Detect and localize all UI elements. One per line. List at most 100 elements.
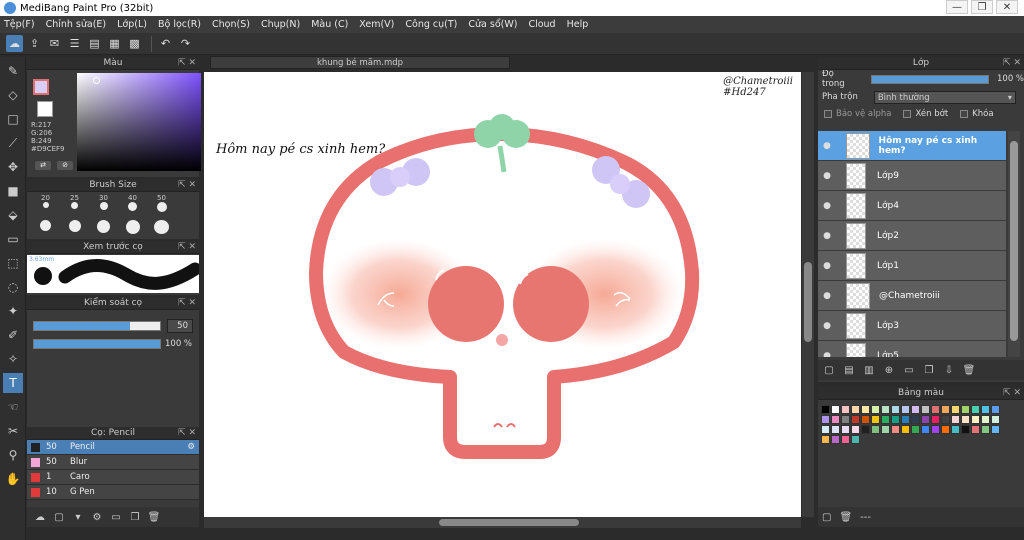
palette-color-cell[interactable] xyxy=(931,405,940,414)
palette-color-cell[interactable] xyxy=(851,405,860,414)
eyedropper-tool-icon[interactable]: ⚲ xyxy=(3,445,23,465)
palette-color-cell[interactable] xyxy=(821,405,830,414)
brush-size-cell[interactable] xyxy=(31,214,60,234)
layer-row[interactable]: ● Lớp5 xyxy=(818,341,1006,357)
select-eraser-tool-icon[interactable]: ✧ xyxy=(3,349,23,369)
visibility-icon[interactable]: ● xyxy=(818,171,836,181)
palette-color-cell[interactable] xyxy=(941,415,950,424)
lasso-tool-icon[interactable]: ◌ xyxy=(3,277,23,297)
palette-color-cell[interactable] xyxy=(901,425,910,434)
visibility-icon[interactable]: ● xyxy=(818,231,836,241)
layer-row[interactable]: ● Lớp4 xyxy=(818,191,1006,221)
brush-size-cell[interactable] xyxy=(89,214,118,234)
duplicate-brush-icon[interactable]: ❐ xyxy=(128,510,142,524)
close-button[interactable]: ✕ xyxy=(996,0,1018,14)
menu-color[interactable]: Màu (C) xyxy=(311,19,348,30)
palette-color-cell[interactable] xyxy=(931,425,940,434)
palette-color-cell[interactable] xyxy=(841,415,850,424)
palette-color-cell[interactable] xyxy=(961,405,970,414)
layer-folder-icon[interactable]: ▭ xyxy=(902,363,916,377)
visibility-icon[interactable]: ● xyxy=(818,321,836,331)
select-tool-icon[interactable]: ⬚ xyxy=(3,253,23,273)
palette-color-cell[interactable] xyxy=(971,405,980,414)
palette-color-cell[interactable] xyxy=(921,415,930,424)
panel-controls-icon[interactable]: ⇱ ✕ xyxy=(178,57,196,70)
panel-controls-icon[interactable]: ⇱ ✕ xyxy=(178,297,196,310)
brush-size-cell[interactable] xyxy=(147,214,176,234)
palette-color-cell[interactable] xyxy=(821,415,830,424)
menu-filter[interactable]: Bộ lọc(R) xyxy=(158,19,201,30)
panel-controls-icon[interactable]: ⇱ ✕ xyxy=(178,179,196,192)
menu-tools[interactable]: Công cụ(T) xyxy=(405,19,457,30)
menu-window[interactable]: Cửa sổ(W) xyxy=(468,19,517,30)
palette-color-cell[interactable] xyxy=(841,405,850,414)
layer-row[interactable]: ● Lớp1 xyxy=(818,251,1006,281)
clipping-option[interactable]: Xén bớt xyxy=(903,109,948,119)
palette-color-cell[interactable] xyxy=(981,405,990,414)
menu-edit[interactable]: Chỉnh sửa(E) xyxy=(46,19,107,30)
panel-controls-icon[interactable]: ⇱ ✕ xyxy=(178,241,196,254)
palette-color-cell[interactable] xyxy=(881,425,890,434)
palette-color-cell[interactable] xyxy=(951,415,960,424)
palette-color-cell[interactable] xyxy=(871,425,880,434)
panel-controls-icon[interactable]: ⇱ ✕ xyxy=(1003,387,1021,400)
share-icon[interactable]: ⇪ xyxy=(26,35,43,52)
palette-color-cell[interactable] xyxy=(861,405,870,414)
brush-size-value[interactable]: 50 xyxy=(167,319,193,333)
document-tab[interactable]: khung bé mãm.mdp xyxy=(210,56,510,69)
palette-color-cell[interactable] xyxy=(951,405,960,414)
palette-color-cell[interactable] xyxy=(911,425,920,434)
brush-size-cell[interactable]: 25 xyxy=(60,194,89,214)
drawing-canvas[interactable]: @Chametroiii #Hd247 Hôm nay pé cs xinh h… xyxy=(204,72,801,517)
brush-list-item[interactable]: 50 Pencil ⚙ xyxy=(27,440,199,455)
menu-help[interactable]: Help xyxy=(567,19,589,30)
palette-color-cell[interactable] xyxy=(841,425,850,434)
palette-color-cell[interactable] xyxy=(941,405,950,414)
palette-color-cell[interactable] xyxy=(861,425,870,434)
undo-icon[interactable]: ↶ xyxy=(157,35,174,52)
merge-layer-icon[interactable]: ⇩ xyxy=(942,363,956,377)
menu-cloud[interactable]: Cloud xyxy=(528,19,555,30)
new-1bit-layer-icon[interactable]: ▥ xyxy=(862,363,876,377)
rect-tool-icon[interactable]: □ xyxy=(3,109,23,129)
brush-tool-icon[interactable]: ✎ xyxy=(3,61,23,81)
blend-mode-select[interactable]: Bình thường xyxy=(873,90,1016,104)
hand-tool-icon[interactable]: ✋ xyxy=(3,469,23,489)
panel-controls-icon[interactable]: ⇱ ✕ xyxy=(178,427,196,440)
layer-row[interactable]: ● Lớp3 xyxy=(818,311,1006,341)
background-color-swatch[interactable] xyxy=(37,101,53,117)
vertical-scroll-thumb[interactable] xyxy=(804,262,812,342)
layer-list-scrollbar[interactable] xyxy=(1008,131,1020,357)
palette-color-cell[interactable] xyxy=(951,425,960,434)
visibility-icon[interactable]: ● xyxy=(818,261,836,271)
foreground-color-swatch[interactable] xyxy=(33,79,49,95)
palette-color-cell[interactable] xyxy=(831,405,840,414)
bucket-tool-icon[interactable]: ⬙ xyxy=(3,205,23,225)
new-brush-icon[interactable]: ▢ xyxy=(52,510,66,524)
palette-color-cell[interactable] xyxy=(901,415,910,424)
tile-icon[interactable]: ▦ xyxy=(106,35,123,52)
cloud-brush-icon[interactable]: ☁ xyxy=(33,510,47,524)
palette-color-cell[interactable] xyxy=(861,415,870,424)
palette-color-cell[interactable] xyxy=(881,415,890,424)
select-pen-tool-icon[interactable]: ✐ xyxy=(3,325,23,345)
horizontal-scroll-thumb[interactable] xyxy=(439,519,579,526)
layer-row[interactable]: ● Hôm nay pé cs xinh hem? xyxy=(818,131,1006,161)
fill-rect-tool-icon[interactable]: ■ xyxy=(3,181,23,201)
menu-layer[interactable]: Lớp(L) xyxy=(117,19,147,30)
palette-color-cell[interactable] xyxy=(981,425,990,434)
swap-color-icon[interactable]: ⇄ xyxy=(35,161,51,170)
brush-list-item[interactable]: 10 G Pen xyxy=(27,485,199,500)
palette-color-cell[interactable] xyxy=(851,425,860,434)
palette-color-cell[interactable] xyxy=(921,425,930,434)
palette-color-cell[interactable] xyxy=(831,415,840,424)
brush-size-cell[interactable]: 50 xyxy=(147,194,176,214)
panel-controls-icon[interactable]: ⇱ ✕ xyxy=(1003,57,1021,70)
canvas-horizontal-scrollbar[interactable] xyxy=(204,517,801,528)
lock-checkbox[interactable] xyxy=(960,110,969,118)
new-8bit-layer-icon[interactable]: ▤ xyxy=(842,363,856,377)
palette-color-cell[interactable] xyxy=(911,405,920,414)
brush-size-cell[interactable]: 30 xyxy=(89,194,118,214)
palette-color-cell[interactable] xyxy=(931,415,940,424)
palette-color-cell[interactable] xyxy=(871,415,880,424)
